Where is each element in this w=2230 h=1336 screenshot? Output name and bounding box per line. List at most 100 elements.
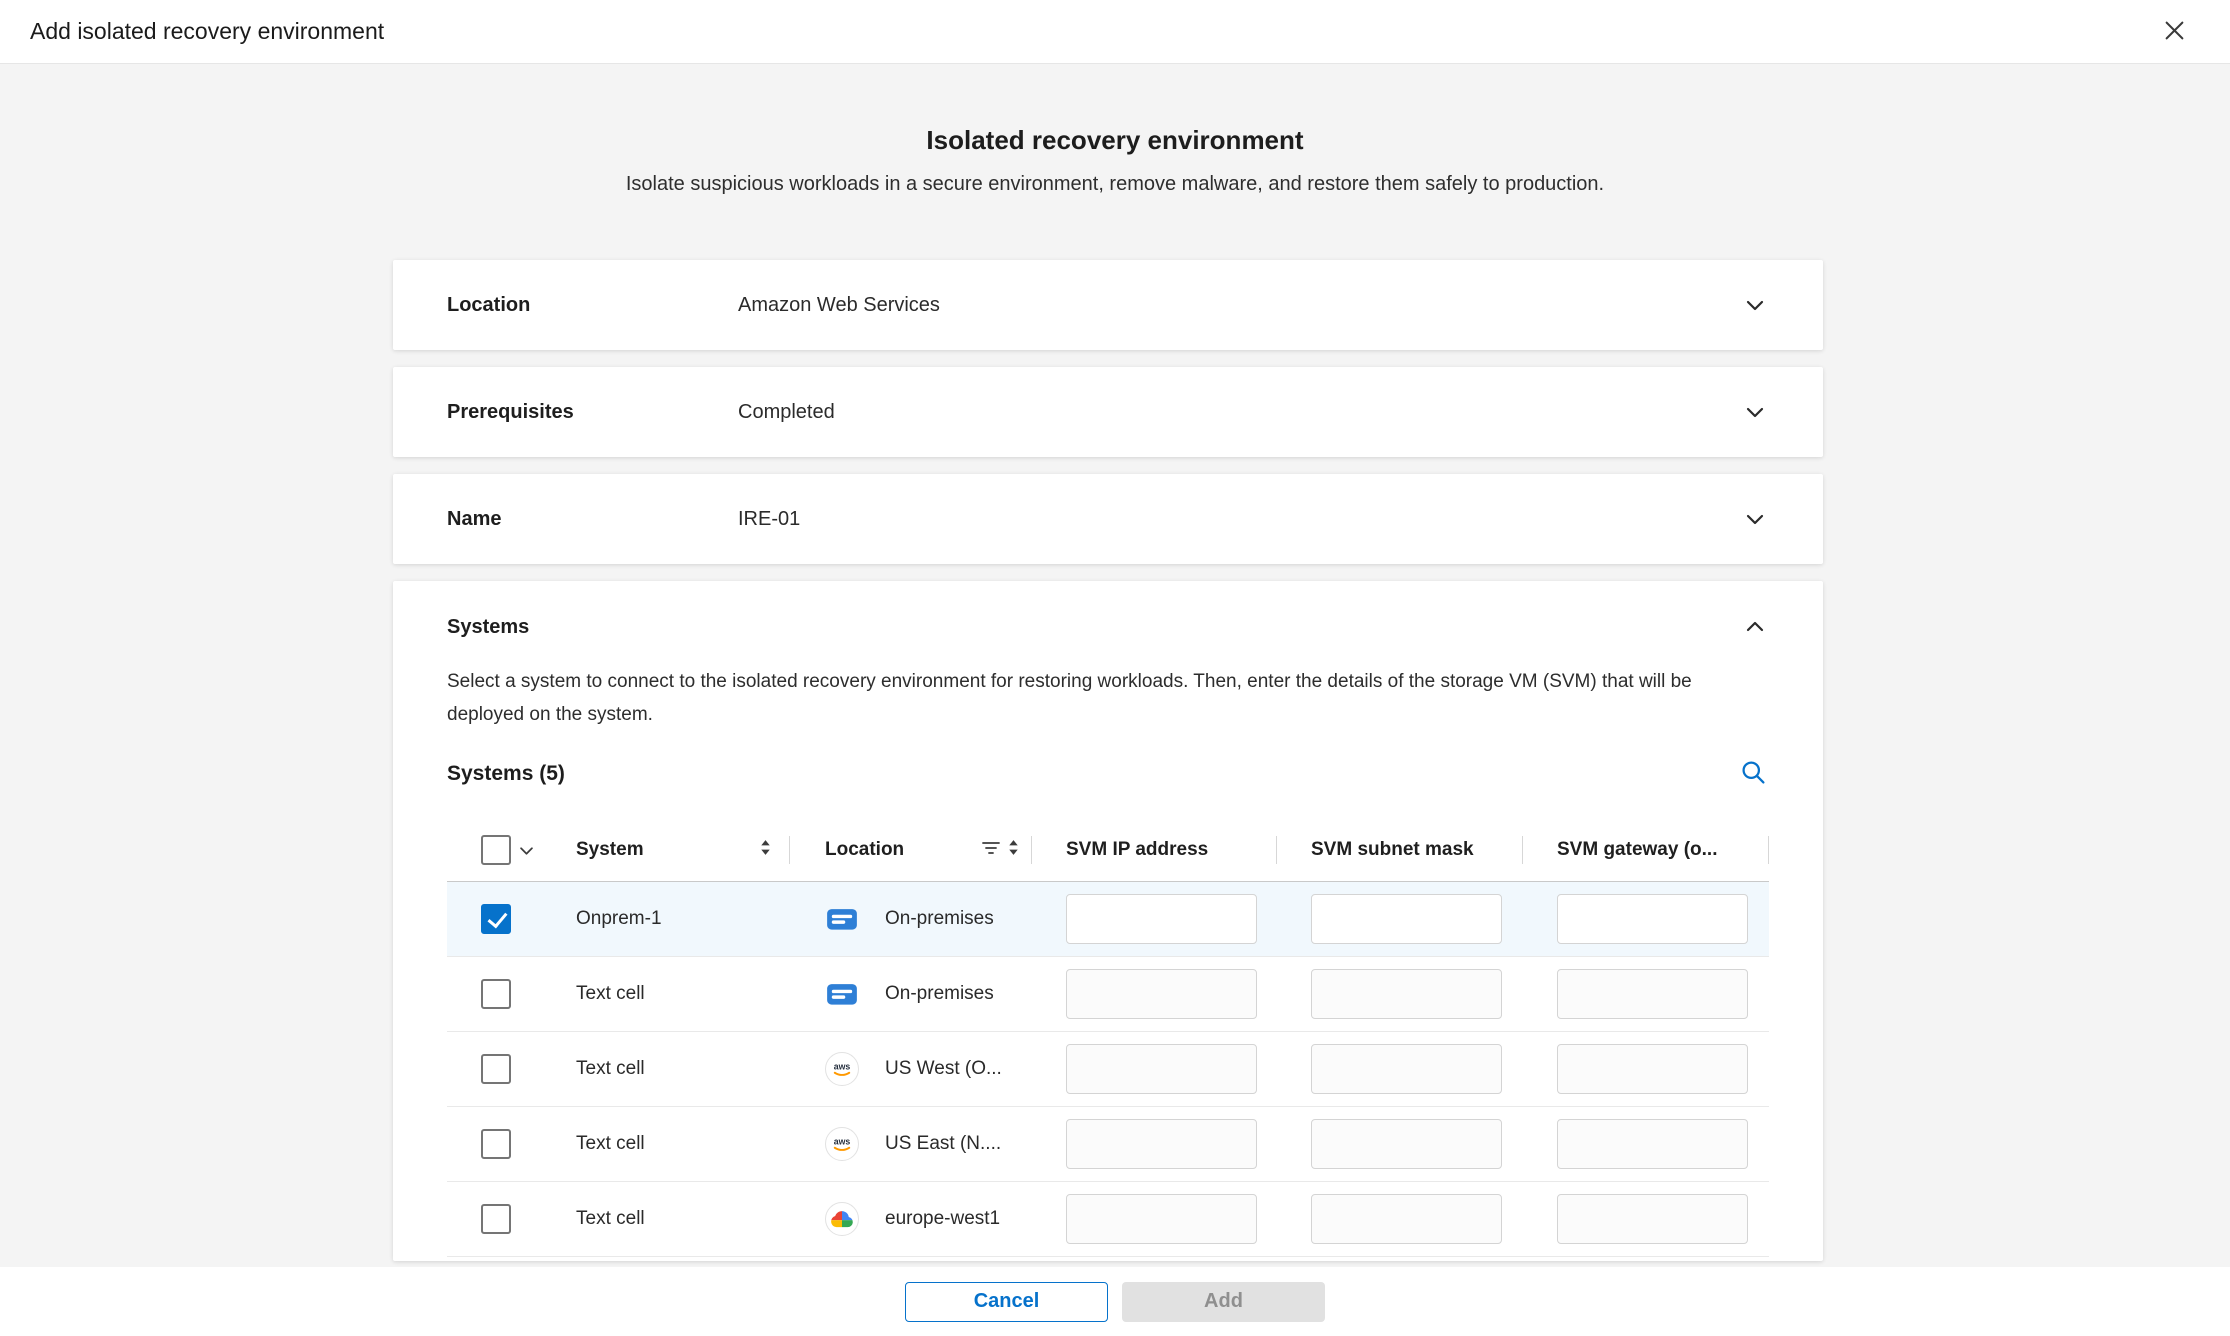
chevron-down-icon <box>1743 507 1767 531</box>
column-header-system: System <box>559 819 790 881</box>
svm-gateway-cell <box>1523 1182 1769 1256</box>
table-row: Text cell europe-west1 <box>447 1182 1769 1257</box>
select-menu-caret-icon[interactable] <box>520 839 533 861</box>
column-header-location-label: Location <box>825 839 904 861</box>
svm-ip-input[interactable] <box>1066 969 1257 1019</box>
accordion-label: Name <box>447 508 738 531</box>
svm-subnet-input[interactable] <box>1311 1044 1502 1094</box>
svm-subnet-input[interactable] <box>1311 1194 1502 1244</box>
row-select-cell <box>447 1107 559 1181</box>
svm-gateway-input[interactable] <box>1557 894 1748 944</box>
system-cell: Text cell <box>576 1133 645 1155</box>
svm-subnet-input[interactable] <box>1311 1119 1502 1169</box>
svm-ip-cell <box>1032 882 1277 956</box>
systems-accordion-header[interactable]: Systems <box>447 615 1767 639</box>
accordion-prerequisites[interactable]: Prerequisites Completed <box>393 367 1823 457</box>
location-cell: On-premises <box>790 882 1032 956</box>
system-cell: Text cell <box>576 1208 645 1230</box>
chevron-down-icon <box>1743 400 1767 424</box>
row-checkbox[interactable] <box>481 979 511 1009</box>
table-row: Onprem-1 On-premises <box>447 882 1769 957</box>
provider-icon <box>825 902 859 936</box>
search-button[interactable] <box>1738 757 1769 791</box>
column-header-svm-subnet: SVM subnet mask <box>1277 819 1523 881</box>
location-header-icons <box>982 838 1032 863</box>
system-cell: Text cell <box>576 1058 645 1080</box>
accordion-label: Location <box>447 294 738 317</box>
sort-icon[interactable] <box>759 838 772 863</box>
accordion-name[interactable]: Name IRE-01 <box>393 474 1823 564</box>
svm-subnet-cell <box>1277 1182 1523 1256</box>
svm-ip-cell <box>1032 1182 1277 1256</box>
svm-ip-cell <box>1032 1107 1277 1181</box>
row-checkbox[interactable] <box>481 1054 511 1084</box>
location-label: europe-west1 <box>885 1208 1000 1230</box>
svm-gateway-cell <box>1523 1032 1769 1106</box>
systems-table: System Location <box>447 819 1769 1257</box>
system-cell: Onprem-1 <box>576 908 662 930</box>
row-checkbox[interactable] <box>481 904 511 934</box>
location-cell: On-premises <box>790 957 1032 1031</box>
accordion-list: Location Amazon Web Services Prerequisit… <box>393 260 1823 1261</box>
location-cell: aws US West (O... <box>790 1032 1032 1106</box>
svm-subnet-cell <box>1277 957 1523 1031</box>
svm-ip-input[interactable] <box>1066 1194 1257 1244</box>
row-select-cell <box>447 957 559 1031</box>
header-select-cell <box>447 819 559 881</box>
systems-table-body: Onprem-1 On-premises Text cell On-premis… <box>447 882 1769 1257</box>
svm-subnet-input[interactable] <box>1311 969 1502 1019</box>
systems-count: Systems (5) <box>447 762 565 786</box>
close-icon <box>2161 17 2188 47</box>
column-header-location: Location <box>790 819 1032 881</box>
svm-gateway-cell <box>1523 882 1769 956</box>
column-header-system-label: System <box>576 839 644 861</box>
select-all-checkbox[interactable] <box>481 835 511 865</box>
system-cell-wrap: Text cell <box>559 1182 790 1256</box>
systems-description: Select a system to connect to the isolat… <box>447 665 1759 731</box>
svm-ip-input[interactable] <box>1066 894 1257 944</box>
systems-label: Systems <box>447 616 1743 639</box>
row-select-cell <box>447 882 559 956</box>
system-cell-wrap: Text cell <box>559 957 790 1031</box>
provider-icon: aws <box>825 1052 859 1086</box>
system-cell: Text cell <box>576 983 645 1005</box>
close-button[interactable] <box>2152 10 2196 54</box>
svm-gateway-input[interactable] <box>1557 1044 1748 1094</box>
accordion-value: IRE-01 <box>738 508 1743 531</box>
svm-ip-input[interactable] <box>1066 1119 1257 1169</box>
location-label: On-premises <box>885 983 994 1005</box>
provider-icon <box>825 977 859 1011</box>
column-header-svm-gateway-label: SVM gateway (o... <box>1557 839 1717 861</box>
system-cell-wrap: Onprem-1 <box>559 882 790 956</box>
sort-icon[interactable] <box>1007 838 1020 863</box>
accordion-systems: Systems Select a system to connect to th… <box>393 581 1823 1261</box>
table-row: Text cell aws US East (N.... <box>447 1107 1769 1182</box>
filter-icon[interactable] <box>982 839 1000 861</box>
provider-icon <box>825 1202 859 1236</box>
table-row: Text cell aws US West (O... <box>447 1032 1769 1107</box>
accordion-location[interactable]: Location Amazon Web Services <box>393 260 1823 350</box>
svm-gateway-cell <box>1523 957 1769 1031</box>
svm-ip-cell <box>1032 1032 1277 1106</box>
svg-text:aws: aws <box>834 1137 851 1147</box>
svm-gateway-input[interactable] <box>1557 1119 1748 1169</box>
accordion-value: Completed <box>738 401 1743 424</box>
svm-subnet-input[interactable] <box>1311 894 1502 944</box>
row-checkbox[interactable] <box>481 1129 511 1159</box>
svm-gateway-cell <box>1523 1107 1769 1181</box>
table-row: Text cell On-premises <box>447 957 1769 1032</box>
svm-ip-input[interactable] <box>1066 1044 1257 1094</box>
svm-gateway-input[interactable] <box>1557 1194 1748 1244</box>
add-button[interactable]: Add <box>1122 1282 1325 1322</box>
chevron-up-icon <box>1743 615 1767 639</box>
column-header-svm-ip: SVM IP address <box>1032 819 1277 881</box>
cancel-button[interactable]: Cancel <box>905 1282 1108 1322</box>
accordion-label: Prerequisites <box>447 401 738 424</box>
page-title: Isolated recovery environment <box>0 125 2230 156</box>
column-header-svm-ip-label: SVM IP address <box>1066 839 1208 861</box>
system-cell-wrap: Text cell <box>559 1032 790 1106</box>
row-checkbox[interactable] <box>481 1204 511 1234</box>
dialog-footer: Cancel Add <box>0 1267 2230 1336</box>
svm-gateway-input[interactable] <box>1557 969 1748 1019</box>
page-subtitle: Isolate suspicious workloads in a secure… <box>0 173 2230 196</box>
